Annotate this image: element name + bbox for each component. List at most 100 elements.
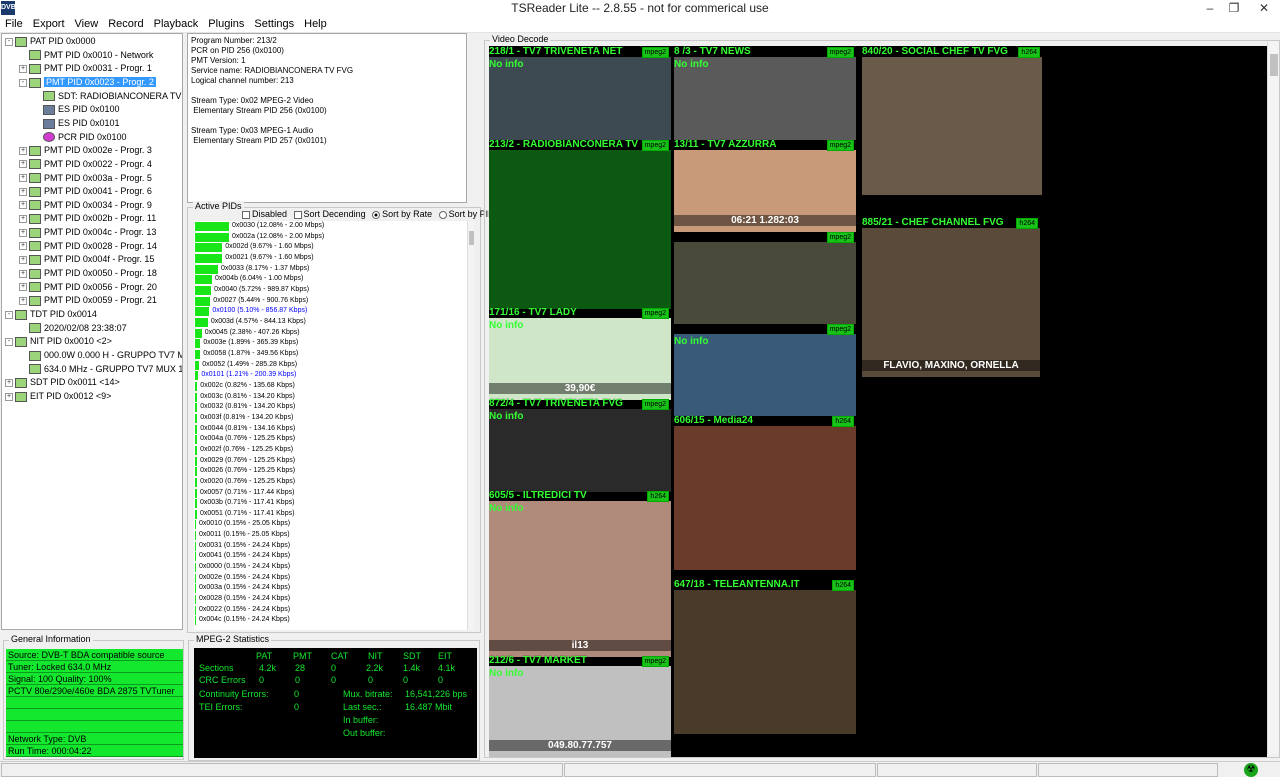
menu-playback[interactable]: Playback — [149, 17, 204, 32]
disabled-checkbox[interactable] — [242, 210, 250, 219]
pid-row[interactable]: 0x0045 (2.38% - 407.26 Kbps) — [194, 328, 464, 338]
expand-icon[interactable]: + — [19, 201, 27, 210]
tree-node[interactable]: + PMT PID 0x004f - Progr. 15 — [19, 253, 154, 266]
pid-row[interactable]: 0x0057 (0.71% - 117.44 Kbps) — [194, 488, 464, 498]
video-scrollbar[interactable] — [1267, 41, 1279, 754]
pid-row[interactable]: 0x0044 (0.81% - 134.16 Kbps) — [194, 424, 464, 434]
expand-icon[interactable]: + — [19, 174, 27, 183]
expand-icon[interactable]: + — [19, 187, 27, 196]
tree-node[interactable]: + PMT PID 0x003a - Progr. 5 — [19, 172, 152, 185]
video-tile[interactable]: 06:21 1.282:03 13/11 - TV7 AZZURRA mpeg2 — [674, 139, 856, 232]
tree-node[interactable]: + PMT PID 0x002b - Progr. 11 — [19, 212, 156, 225]
video-tile[interactable]: 8 /3 - TV7 NEWS No info mpeg2 — [674, 46, 856, 140]
menu-plugins[interactable]: Plugins — [203, 17, 249, 32]
pid-row[interactable]: 0x002e (0.15% - 24.24 Kbps) — [194, 573, 464, 583]
expand-icon[interactable]: + — [19, 296, 27, 305]
tree-node[interactable]: ES PID 0x0100 — [33, 103, 120, 116]
tree-node[interactable]: + PMT PID 0x002e - Progr. 3 — [19, 144, 152, 157]
pid-row[interactable]: 0x0100 (5.10% - 856.87 Kbps) — [194, 306, 464, 317]
tree-node[interactable]: + PMT PID 0x0041 - Progr. 6 — [19, 185, 152, 198]
pid-row[interactable]: 0x0052 (1.49% - 285.28 Kbps) — [194, 360, 464, 370]
pid-row[interactable]: 0x003f (0.81% - 134.20 Kbps) — [194, 413, 464, 423]
tree-node[interactable]: PMT PID 0x0010 - Network — [19, 49, 153, 62]
expand-icon[interactable]: + — [19, 256, 27, 265]
video-tile[interactable]: 218/1 - TV7 TRIVENETA NET No info mpeg2 — [489, 46, 671, 140]
expand-icon[interactable]: + — [5, 392, 13, 401]
expand-icon[interactable]: + — [19, 64, 27, 73]
pid-list-scrollbar[interactable] — [467, 221, 474, 630]
tree-node[interactable]: 2020/02/08 23:38:07 — [19, 322, 127, 335]
menu-file[interactable]: File — [0, 17, 28, 32]
pid-row[interactable]: 0x003e (1.89% - 365.39 Kbps) — [194, 338, 464, 349]
sort-desc-checkbox[interactable] — [293, 210, 302, 219]
tree-node[interactable]: + PMT PID 0x0050 - Progr. 18 — [19, 267, 157, 280]
sort-rate-radio[interactable] — [372, 210, 381, 219]
expand-icon[interactable]: + — [19, 242, 27, 251]
tree-node[interactable]: + EIT PID 0x0012 <9> — [5, 390, 111, 403]
video-tile[interactable]: No info mpeg2 — [674, 324, 856, 416]
pid-row[interactable]: 0x0033 (8.17% - 1.37 Mbps) — [194, 264, 464, 274]
pid-list[interactable]: 0x0030 (12.08% - 2.00 Mbps) 0x002a (12.08… — [194, 221, 474, 630]
pid-row[interactable]: 0x002a (12.08% - 2.00 Mbps) — [194, 232, 464, 242]
expand-icon[interactable]: + — [19, 146, 27, 155]
tree-node[interactable]: - NIT PID 0x0010 <2> — [5, 335, 112, 348]
video-decode-area[interactable]: 218/1 - TV7 TRIVENETA NET No info mpeg2 8 /… — [489, 46, 1267, 757]
pid-row[interactable]: 0x003c (0.81% - 134.20 Kbps) — [194, 392, 464, 402]
tree-node[interactable]: - TDT PID 0x0014 — [5, 308, 97, 321]
tree-node[interactable]: + SDT PID 0x0011 <14> — [5, 376, 120, 389]
video-tile[interactable]: 39,90€ 171/16 - TV7 LADY No info mpeg2 — [489, 307, 671, 400]
video-tile[interactable]: 606/15 - Media24 h264 — [674, 415, 856, 570]
tree-node[interactable]: + PMT PID 0x0022 - Progr. 4 — [19, 158, 152, 171]
collapse-icon[interactable]: - — [19, 78, 27, 87]
tree-node[interactable]: + PMT PID 0x0028 - Progr. 14 — [19, 240, 157, 253]
tree-node[interactable]: + PMT PID 0x0056 - Progr. 20 — [19, 281, 157, 294]
close-icon[interactable]: ✕ — [1248, 0, 1280, 17]
tree-node[interactable]: SDT: RADIOBIANCONERA TV FVG — [33, 90, 182, 103]
pid-row[interactable]: 0x0028 (0.15% - 24.24 Kbps) — [194, 594, 464, 605]
pid-row[interactable]: 0x0010 (0.15% - 25.05 Kbps) — [194, 519, 464, 530]
tree-node[interactable]: 634.0 MHz - GRUPPO TV7 MUX 1 — [19, 363, 182, 376]
pid-row[interactable]: 0x003a (0.15% - 24.24 Kbps) — [194, 583, 464, 594]
pid-tree[interactable]: - PAT PID 0x0000 PMT PID 0x0010 - Network +… — [1, 33, 183, 630]
video-tile[interactable]: 840/20 - SOCIAL CHEF TV FVG h264 — [862, 46, 1042, 195]
expand-icon[interactable]: + — [19, 160, 27, 169]
tree-node[interactable]: + PMT PID 0x004c - Progr. 13 — [19, 226, 156, 239]
menu-record[interactable]: Record — [103, 17, 148, 32]
video-tile[interactable]: 872/4 - TV7 TRIVENETA FVG No info mpeg2 — [489, 398, 671, 492]
pid-row[interactable]: 0x004c (0.15% - 24.24 Kbps) — [194, 615, 464, 626]
tree-node[interactable]: PCR PID 0x0100 — [33, 131, 127, 144]
pid-row[interactable]: 0x0058 (1.87% - 349.56 Kbps) — [194, 349, 464, 359]
tree-node[interactable]: 000.0W 0.000 H - GRUPPO TV7 MUX 1 — [19, 349, 182, 362]
tree-node[interactable]: ES PID 0x0101 — [33, 117, 120, 130]
expand-icon[interactable]: + — [5, 378, 13, 387]
collapse-icon[interactable]: - — [5, 337, 13, 346]
expand-icon[interactable]: + — [19, 215, 27, 224]
pid-row[interactable]: 0x004a (0.76% - 125.25 Kbps) — [194, 434, 464, 445]
pid-row[interactable]: 0x004b (6.04% - 1.00 Mbps) — [194, 274, 464, 285]
collapse-icon[interactable]: - — [5, 310, 13, 319]
menu-help[interactable]: Help — [299, 17, 332, 32]
pid-row[interactable]: 0x0031 (0.15% - 24.24 Kbps) — [194, 541, 464, 551]
pid-row[interactable]: 0x0032 (0.81% - 134.20 Kbps) — [194, 402, 464, 413]
video-tile[interactable]: mpeg2 — [674, 232, 856, 324]
menu-export[interactable]: Export — [28, 17, 70, 32]
pid-row[interactable]: 0x0101 (1.21% - 200.39 Kbps) — [194, 370, 464, 381]
video-tile[interactable]: FLAVIO, MAXINO, ORNELLA 885/21 - CHEF CHA… — [862, 217, 1040, 377]
pid-row[interactable]: 0x0041 (0.15% - 24.24 Kbps) — [194, 551, 464, 562]
tree-node[interactable]: + PMT PID 0x0031 - Progr. 1 — [19, 62, 152, 75]
video-tile[interactable]: il13 605/5 - ILTREDICI TV No info h264 — [489, 490, 671, 657]
tree-node[interactable]: + PMT PID 0x0034 - Progr. 9 — [19, 199, 152, 212]
pid-row[interactable]: 0x002c (0.82% - 135.68 Kbps) — [194, 381, 464, 391]
collapse-icon[interactable]: - — [5, 37, 13, 46]
pid-row[interactable]: 0x002f (0.76% - 125.25 Kbps) — [194, 445, 464, 455]
menu-settings[interactable]: Settings — [249, 17, 299, 32]
pid-row[interactable]: 0x0021 (9.67% - 1.60 Mbps) — [194, 253, 464, 263]
expand-icon[interactable]: + — [19, 283, 27, 292]
tree-node[interactable]: - PMT PID 0x0023 - Progr. 2 — [19, 76, 156, 89]
video-tile[interactable]: 647/18 - TELEANTENNA.IT h264 — [674, 579, 856, 734]
pid-row[interactable]: 0x0040 (5.72% - 989.87 Kbps) — [194, 285, 464, 295]
pid-row[interactable]: 0x0020 (0.76% - 125.25 Kbps) — [194, 477, 464, 487]
pid-row[interactable]: 0x003b (0.71% - 117.41 Kbps) — [194, 498, 464, 509]
menu-view[interactable]: View — [70, 17, 104, 32]
restore-icon[interactable]: ❐ — [1220, 0, 1248, 17]
